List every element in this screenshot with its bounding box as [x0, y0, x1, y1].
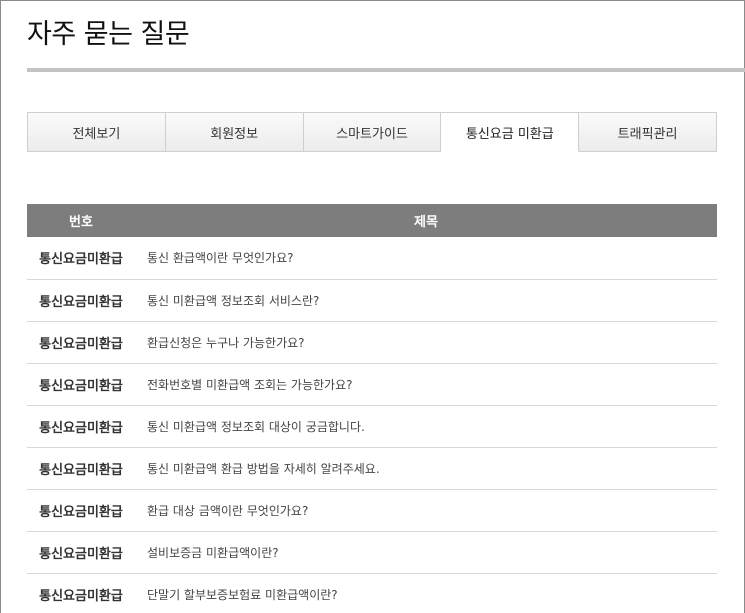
column-header-subject: 제목 [414, 215, 438, 230]
table-row[interactable]: 통신요금미환급 환급 대상 금액이란 무엇인가요? [27, 489, 717, 532]
row-category: 통신요금미환급 [27, 531, 135, 574]
row-question-link[interactable]: 단말기 할부보증보험료 미환급액이란? [135, 573, 717, 613]
page-title: 자주 묻는 질문 [27, 19, 190, 50]
row-question-link[interactable]: 통신 미환급액 정보조회 대상이 궁금합니다. [135, 405, 717, 448]
row-question-link[interactable]: 전화번호별 미환급액 조회는 가능한가요? [135, 363, 717, 406]
faq-table: 번호 제목 통신요금미환급 통신 환급액이란 무엇인가요? 통신요금미환급 통신… [27, 204, 717, 613]
row-question-link[interactable]: 환급 대상 금액이란 무엇인가요? [135, 489, 717, 532]
table-row[interactable]: 통신요금미환급 전화번호별 미환급액 조회는 가능한가요? [27, 363, 717, 406]
row-question-link[interactable]: 통신 환급액이란 무엇인가요? [135, 237, 717, 280]
tab-member-info[interactable]: 회원정보 [165, 113, 304, 151]
row-category: 통신요금미환급 [27, 321, 135, 364]
table-row[interactable]: 통신요금미환급 통신 미환급액 정보조회 대상이 궁금합니다. [27, 405, 717, 448]
row-question-link[interactable]: 설비보증금 미환급액이란? [135, 531, 717, 574]
category-tabs: 전체보기 회원정보 스마트가이드 통신요금 미환급 트래픽관리 [27, 112, 717, 152]
tab-smart-guide[interactable]: 스마트가이드 [303, 113, 442, 151]
tab-unrefunded-fees[interactable]: 통신요금 미환급 [441, 113, 580, 152]
table-row[interactable]: 통신요금미환급 환급신청은 누구나 가능한가요? [27, 321, 717, 364]
table-row[interactable]: 통신요금미환급 통신 환급액이란 무엇인가요? [27, 237, 717, 280]
row-question-link[interactable]: 통신 미환급액 환급 방법을 자세히 알려주세요. [135, 447, 717, 490]
row-category: 통신요금미환급 [27, 489, 135, 532]
title-divider [27, 68, 745, 72]
row-category: 통신요금미환급 [27, 237, 135, 280]
row-category: 통신요금미환급 [27, 279, 135, 322]
row-category: 통신요금미환급 [27, 405, 135, 448]
row-category: 통신요금미환급 [27, 573, 135, 613]
row-question-link[interactable]: 통신 미환급액 정보조회 서비스란? [135, 279, 717, 322]
tab-traffic-management[interactable]: 트래픽관리 [579, 113, 716, 151]
table-row[interactable]: 통신요금미환급 설비보증금 미환급액이란? [27, 531, 717, 574]
table-row[interactable]: 통신요금미환급 통신 미환급액 정보조회 서비스란? [27, 279, 717, 322]
row-category: 통신요금미환급 [27, 447, 135, 490]
table-row[interactable]: 통신요금미환급 단말기 할부보증보험료 미환급액이란? [27, 573, 717, 613]
column-header-number: 번호 [69, 215, 93, 230]
row-question-link[interactable]: 환급신청은 누구나 가능한가요? [135, 321, 717, 364]
row-category: 통신요금미환급 [27, 363, 135, 406]
tab-all[interactable]: 전체보기 [28, 113, 166, 151]
table-row[interactable]: 통신요금미환급 통신 미환급액 환급 방법을 자세히 알려주세요. [27, 447, 717, 490]
table-header-row: 번호 제목 [27, 204, 717, 237]
